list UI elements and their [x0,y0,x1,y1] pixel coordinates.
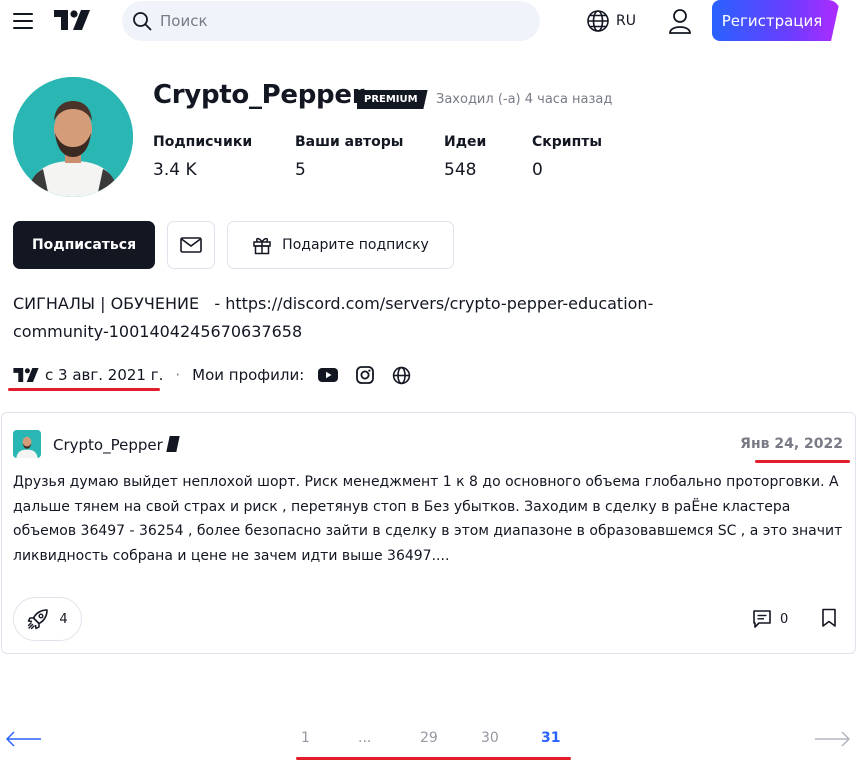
page-number[interactable]: 1 [301,730,310,746]
globe-icon [587,10,609,32]
boost-count: 4 [59,611,68,627]
separator-dot: · [175,366,181,384]
mail-icon [180,237,202,253]
stat-label: Идеи [444,134,487,150]
profile-avatar [13,77,133,197]
profile-meta-row: с 3 авг. 2021 г. · Мои профили: [13,363,411,387]
idea-text[interactable]: Друзья думаю выйдет неплохой шорт. Риск … [13,470,843,568]
gift-icon [253,237,271,255]
user-icon[interactable] [668,8,692,34]
comment-count: 0 [780,611,789,627]
gift-label: Подарите подписку [282,237,429,253]
idea-date: Янв 24, 2022 [740,436,843,452]
boost-button[interactable]: 4 [13,597,82,641]
comment-icon [753,610,771,628]
profile-username: Crypto_Pepper [153,80,365,110]
page-number[interactable]: 30 [481,730,499,746]
message-button[interactable] [167,221,215,269]
globe-icon[interactable] [392,366,411,385]
page-number[interactable]: 29 [420,730,438,746]
highlight-underline [8,388,160,391]
stat-value: 0 [532,160,543,180]
tradingview-logo[interactable] [54,10,90,30]
bio-line[interactable]: СИГНАЛЫ | ОБУЧЕНИЕ - https://discord.com… [13,290,713,318]
page-ellipsis: ... [358,730,372,746]
stat-value: 548 [444,160,477,180]
tradingview-icon [13,368,39,382]
comments-button[interactable]: 0 [752,608,788,630]
instagram-icon[interactable] [356,366,375,384]
search-icon [133,12,152,31]
last-seen-status: Заходил (-а) 4 часа назад [436,92,613,107]
search-input[interactable] [160,1,520,41]
search-bar[interactable] [122,1,540,41]
register-button[interactable]: Регистрация [712,0,840,41]
current-page-number[interactable]: 31 [541,730,560,746]
menu-icon[interactable] [13,13,33,29]
author-avatar[interactable] [13,430,41,458]
rocket-icon [28,609,49,630]
stat-value: 5 [295,160,306,180]
profile-bio: СИГНАЛЫ | ОБУЧЕНИЕ - https://discord.com… [13,290,713,346]
highlight-underline [755,460,850,463]
stat-label: Подписчики [153,134,253,150]
stat-followers[interactable]: Подписчики 3.4 K [153,134,252,180]
follow-button[interactable]: Подписаться [13,221,155,269]
member-since: с 3 авг. 2021 г. [45,366,164,384]
bookmark-icon[interactable] [821,608,837,628]
language-selector[interactable]: RU [586,9,636,33]
bio-line[interactable]: community-1001404245670637658 [13,318,713,346]
next-page-arrow-icon[interactable] [814,731,850,747]
highlight-underline [296,757,571,760]
stat-label: Скрипты [532,134,603,150]
stat-following[interactable]: Ваши авторы 5 [295,134,403,180]
gift-subscription-button[interactable]: Подарите подписку [227,221,454,269]
language-label: RU [616,13,636,29]
youtube-icon[interactable] [318,368,339,382]
stat-value: 3.4 K [153,160,197,180]
top-bar: RU Регистрация [0,0,861,42]
stat-label: Ваши авторы [295,134,404,150]
idea-author[interactable]: Crypto_Pepper [53,436,163,454]
stat-ideas[interactable]: Идеи 548 [444,134,486,180]
stat-scripts[interactable]: Скрипты 0 [532,134,602,180]
my-profiles-label: Мои профили: [192,366,305,384]
prev-page-arrow-icon[interactable] [6,731,42,747]
premium-badge: PREMIUM [357,90,428,109]
